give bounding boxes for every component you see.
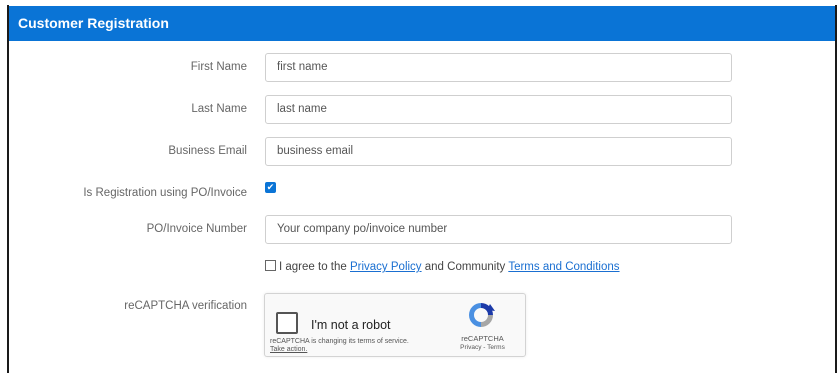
agree-prefix: I agree to the xyxy=(279,261,347,273)
business-email-label: Business Email xyxy=(168,145,247,157)
po-invoice-checkbox[interactable]: ✔ xyxy=(265,182,276,193)
recaptcha-legal[interactable]: Privacy - Terms xyxy=(455,344,510,351)
recaptcha-logo-icon xyxy=(469,303,495,327)
recaptcha-not-robot-text: I'm not a robot xyxy=(311,318,391,332)
po-invoice-number-label: PO/Invoice Number xyxy=(146,223,247,235)
first-name-label: First Name xyxy=(190,61,247,73)
recaptcha-notice-text: reCAPTCHA is changing its terms of servi… xyxy=(270,338,409,345)
agree-middle: and Community xyxy=(424,261,506,273)
last-name-label: Last Name xyxy=(191,103,247,115)
privacy-policy-link[interactable]: Privacy Policy xyxy=(350,261,422,273)
last-name-input[interactable]: last name xyxy=(265,95,732,124)
recaptcha-checkbox[interactable] xyxy=(276,312,298,334)
recaptcha-widget: I'm not a robot reCAPTCHA is changing it… xyxy=(264,293,526,357)
po-invoice-toggle-label: Is Registration using PO/Invoice xyxy=(83,187,247,199)
checkmark-icon: ✔ xyxy=(266,182,275,192)
agree-terms: I agree to the Privacy Policy and Commun… xyxy=(265,260,620,273)
recaptcha-take-action-link[interactable]: Take action. xyxy=(270,346,307,353)
recaptcha-label: reCAPTCHA verification xyxy=(124,300,247,312)
agree-checkbox[interactable] xyxy=(265,260,276,271)
recaptcha-brand: reCAPTCHA xyxy=(461,334,504,343)
form-title: Customer Registration xyxy=(18,15,169,31)
terms-link[interactable]: Terms and Conditions xyxy=(508,261,619,273)
form-header: Customer Registration xyxy=(9,6,835,41)
first-name-input[interactable]: first name xyxy=(265,53,732,82)
business-email-input[interactable]: business email xyxy=(265,137,732,166)
recaptcha-notice: reCAPTCHA is changing its terms of servi… xyxy=(270,338,409,354)
po-invoice-number-input[interactable]: Your company po/invoice number xyxy=(265,215,732,244)
